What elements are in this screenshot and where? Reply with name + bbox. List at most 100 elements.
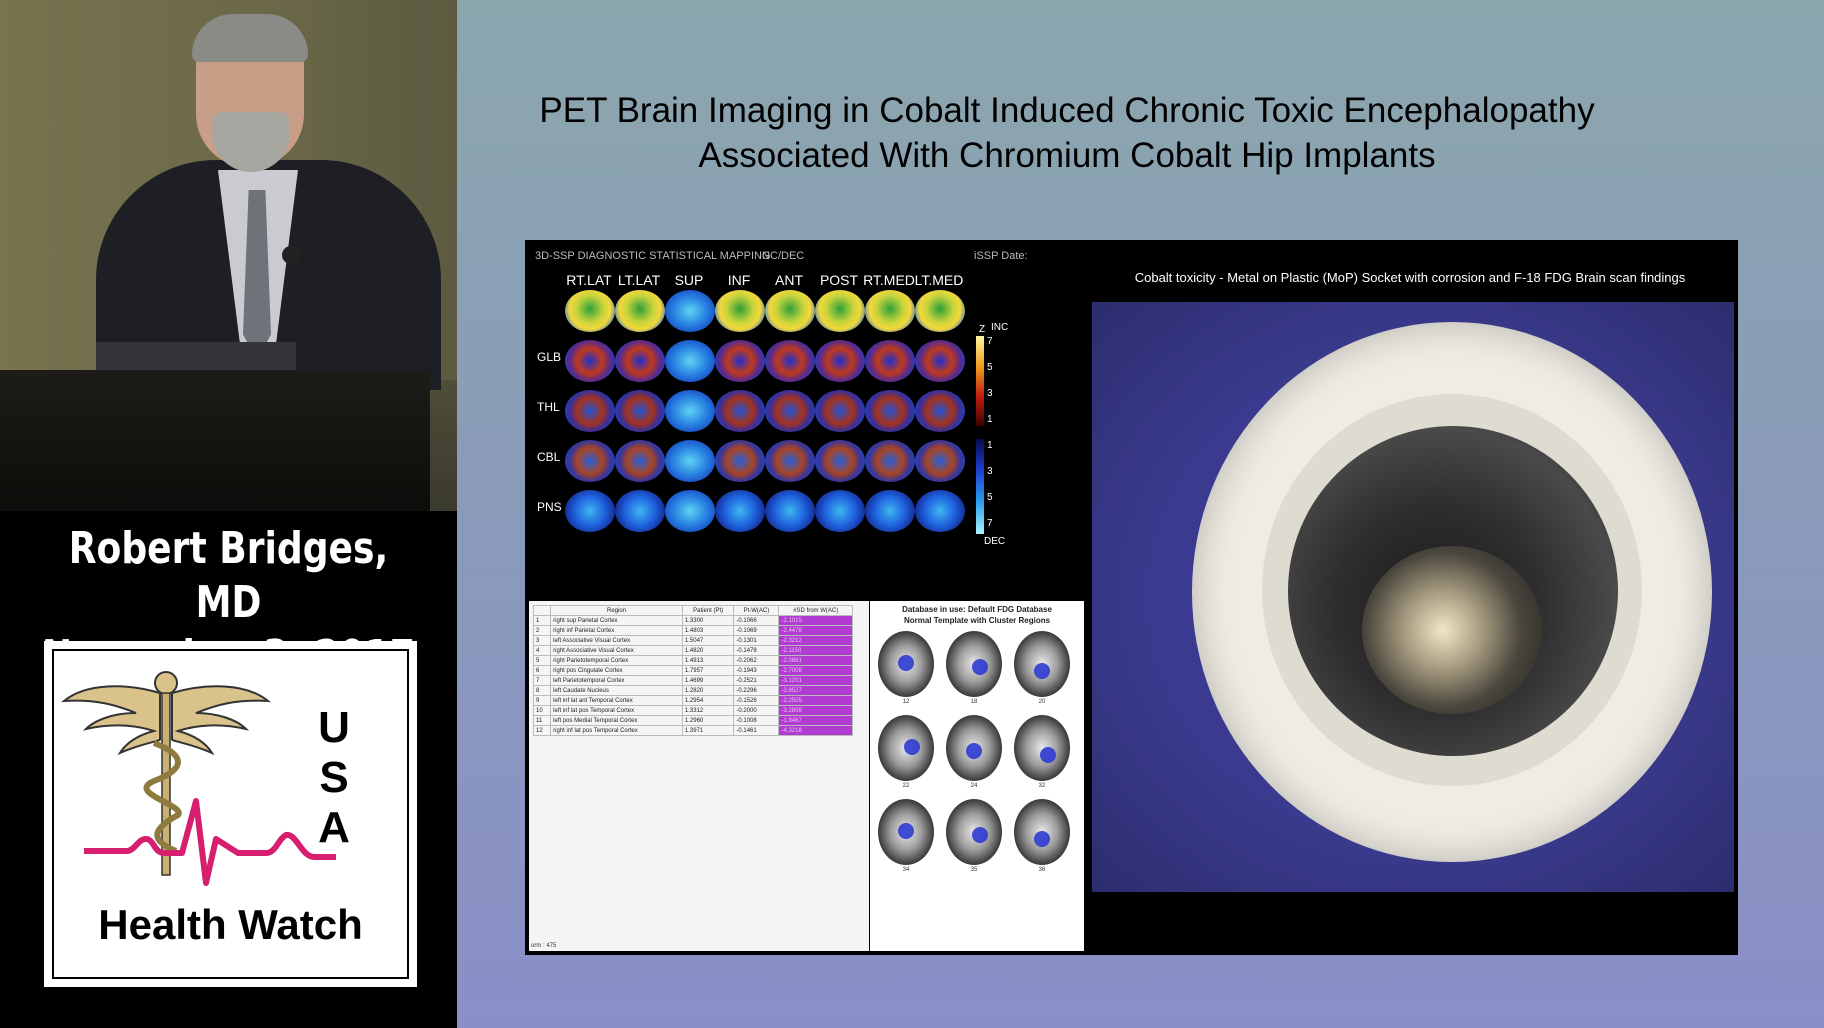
table-cell: left inf lat ant Temporal Cortex — [550, 695, 683, 706]
region-table: Region Patient (Pt) Pt-W(AC) #SD from W(AC)… — [532, 605, 853, 736]
table-cell: -2.4478 — [778, 625, 853, 636]
hip-socket-photo — [1092, 302, 1734, 892]
cluster-region — [1040, 747, 1056, 763]
table-row[interactable]: 1 right sup Parietal Cortex 1.3300 -0.1066-… — [532, 615, 853, 626]
cluster-region — [1034, 663, 1050, 679]
table-cell: left Associative Visual Cortex — [550, 635, 683, 646]
brain-map-glb-rt-med — [865, 340, 915, 382]
slide-title: PET Brain Imaging in Cobalt Induced Chro… — [517, 88, 1617, 178]
table-row[interactable]: 8 left Caudate Nucleus 1.2820 -0.2296 -3.852… — [532, 685, 853, 696]
dec-tick: 7 — [987, 518, 993, 529]
region-table-panel: Region Patient (Pt) Pt-W(AC) #SD from W(AC)… — [529, 601, 869, 951]
table-cell: 2 — [532, 625, 552, 636]
table-cell: right Associative Visual Cortex — [550, 645, 683, 656]
brain-map-cbl-rt-lat — [565, 440, 615, 482]
table-row[interactable]: 9 left inf lat ant Temporal Cortex 1.2954-… — [532, 695, 853, 706]
table-header-cell: Patient (Pt) — [681, 605, 735, 616]
dec-colorbar — [976, 439, 984, 534]
table-row[interactable]: 11 left pos Medial Temporal Cortex 1.2960-… — [532, 715, 853, 726]
brain-map-thl-lt-med — [915, 390, 965, 432]
table-row[interactable]: 3 left Associative Visual Cortex 1.5047 -0.… — [532, 635, 853, 646]
table-cell: 1 — [532, 615, 552, 626]
corroded-cavity — [1362, 546, 1542, 714]
table-row[interactable]: 5 right Parietotemporal Cortex 1.4913 -0.20… — [532, 655, 853, 666]
table-header-cell — [532, 605, 552, 616]
cluster-region — [972, 659, 988, 675]
brain-slice — [878, 799, 934, 865]
brain-map-pns-lt-lat — [615, 490, 665, 532]
brain-slice — [946, 715, 1002, 781]
table-cell: -0.1069 — [733, 625, 780, 636]
table-row[interactable]: 4 right Associative Visual Cortex 1.4820 -0… — [532, 645, 853, 656]
brain-map-thl-inf — [715, 390, 765, 432]
video-sidebar: Robert Bridges, MD November 3, 2017 U S … — [0, 0, 457, 1028]
table-cell: -3.1201 — [778, 675, 853, 686]
logo-name: Health Watch — [98, 901, 363, 948]
table-footer: orm : 475 — [531, 943, 557, 949]
slice-number: 24 — [970, 783, 978, 789]
slice-number: 32 — [1038, 783, 1046, 789]
spm-mode: INC/DEC — [759, 250, 805, 262]
brain-map-pns-inf — [715, 490, 765, 532]
table-cell: -0.1943 — [733, 665, 780, 676]
brain-surface-ant — [765, 290, 815, 332]
brain-map-pns-rt-med — [865, 490, 915, 532]
table-header-cell: Pt-W(AC) — [733, 605, 780, 616]
table-cell: 1.4699 — [681, 675, 735, 686]
table-row[interactable]: 2 right inf Parietal Cortex 1.4803 -0.1069-… — [532, 625, 853, 636]
table-cell: -3.8527 — [778, 685, 853, 696]
table-row[interactable]: 7 left Parietotemporal Cortex 1.4699 -0.252… — [532, 675, 853, 686]
table-cell: 12 — [532, 725, 552, 736]
logo-letter-u: U — [318, 703, 350, 752]
cluster-region — [904, 739, 920, 755]
table-cell: -0.1461 — [733, 725, 780, 736]
slice-number: 36 — [1038, 867, 1046, 873]
table-row[interactable]: 12 right inf lat pos Temporal Cortex 1.397… — [532, 725, 853, 736]
brain-map-thl-rt-lat — [565, 390, 615, 432]
table-cell: 9 — [532, 695, 552, 706]
table-cell: 1.4913 — [681, 655, 735, 666]
scale-z: Z — [979, 324, 986, 335]
table-cell: 7 — [532, 675, 552, 686]
inc-colorbar — [976, 336, 984, 426]
table-row[interactable]: 10 left inf lat pos Temporal Cortex 1.3312… — [532, 705, 853, 716]
brain-map-glb-rt-lat — [565, 340, 615, 382]
logo-letter-a: A — [318, 803, 350, 852]
database-line2: Normal Template with Cluster Regions — [903, 616, 1051, 625]
slice-number: 35 — [970, 867, 978, 873]
brain-surface-lt-lat — [615, 290, 665, 332]
table-cell: 3 — [532, 635, 552, 646]
database-line1: Database in use: Default FDG Database — [902, 605, 1052, 614]
table-cell: -0.1301 — [733, 635, 780, 646]
brain-surface-rt-med — [865, 290, 915, 332]
podium — [0, 370, 430, 511]
table-cell: -0.2521 — [733, 675, 780, 686]
table-cell: 8 — [532, 685, 552, 696]
table-cell: 1.7957 — [681, 665, 735, 676]
table-cell: 6 — [532, 665, 552, 676]
brain-map-cbl-lt-lat — [615, 440, 665, 482]
table-cell: 4 — [532, 645, 552, 656]
table-cell: left pos Medial Temporal Cortex — [550, 715, 683, 726]
brain-map-glb-lt-med — [915, 340, 965, 382]
dec-tick: 5 — [987, 492, 993, 503]
brain-slice — [1014, 631, 1070, 697]
table-cell: 1.2954 — [681, 695, 735, 706]
brain-map-pns-post — [815, 490, 865, 532]
table-row[interactable]: 6 right pos Cingulate Cortex 1.7957 -0.1943… — [532, 665, 853, 676]
presentation-slide: PET Brain Imaging in Cobalt Induced Chro… — [457, 0, 1824, 1028]
brain-map-pns-sup — [665, 490, 715, 532]
brain-map-cbl-inf — [715, 440, 765, 482]
table-cell: -2.7008 — [778, 665, 853, 676]
speaker-hair — [192, 14, 308, 62]
brain-slice — [878, 631, 934, 697]
slice-number: 18 — [970, 699, 978, 705]
table-body: 1 right sup Parietal Cortex 1.3300 -0.1066-… — [532, 615, 853, 736]
inc-tick: 3 — [987, 388, 993, 399]
brain-map-thl-ant — [765, 390, 815, 432]
figure-panel: 3D-SSP DIAGNOSTIC STATISTICAL MAPPING IN… — [525, 240, 1738, 955]
scale-dec: DEC — [984, 536, 1006, 547]
brain-map-thl-post — [815, 390, 865, 432]
table-cell: -2.3212 — [778, 635, 853, 646]
table-cell: 1.2820 — [681, 685, 735, 696]
